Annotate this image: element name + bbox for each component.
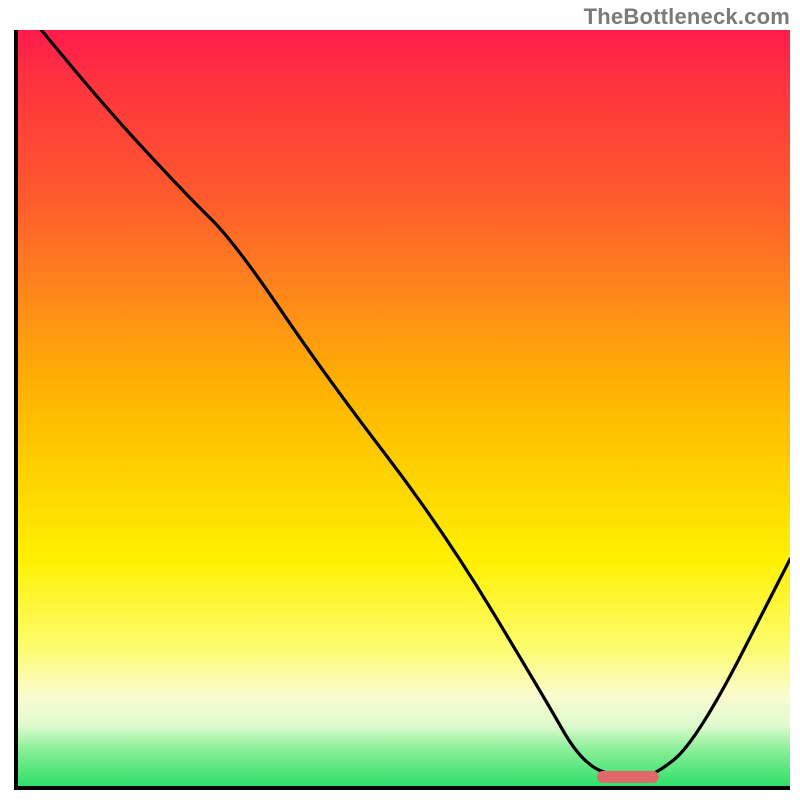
bottleneck-chart	[14, 30, 790, 790]
chart-gradient-background	[18, 30, 790, 786]
watermark-text: TheBottleneck.com	[584, 4, 790, 30]
